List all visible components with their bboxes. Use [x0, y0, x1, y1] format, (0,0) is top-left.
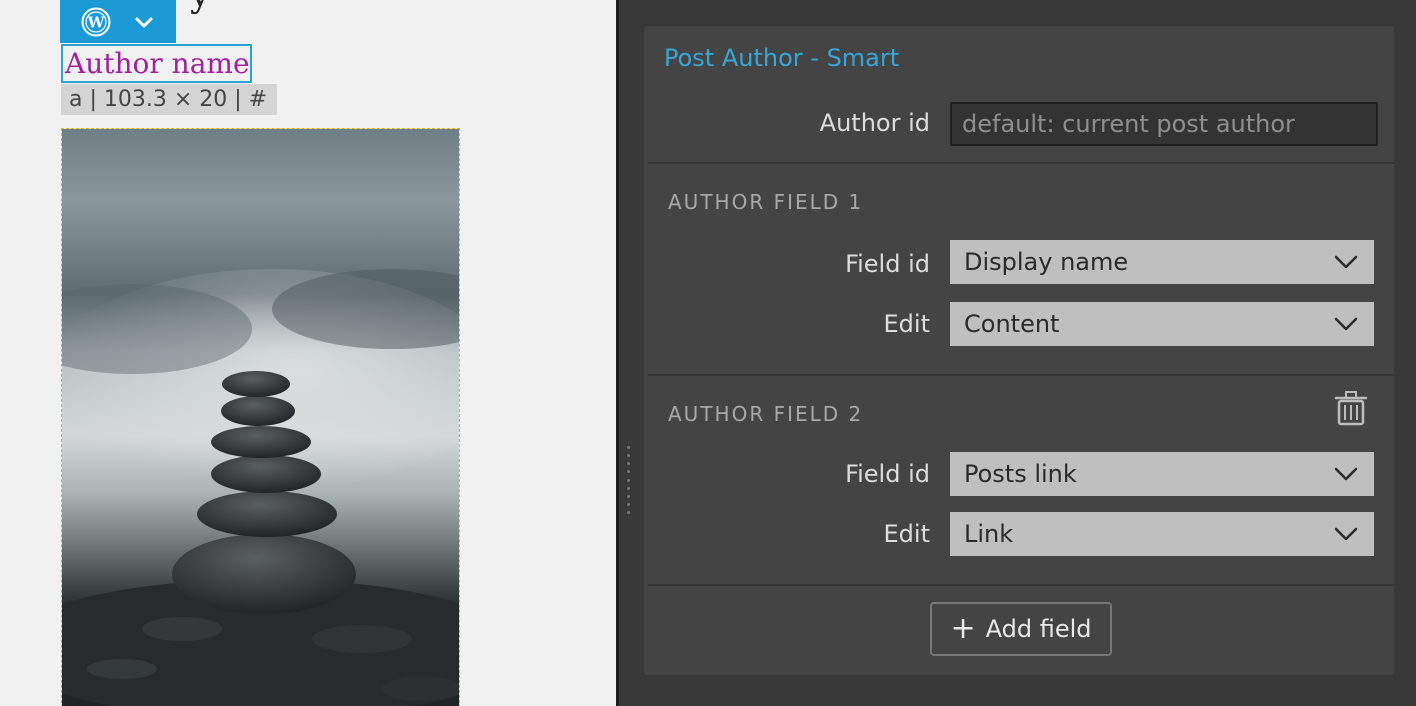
- author-id-label: Author id: [819, 109, 930, 137]
- wordpress-icon[interactable]: W: [80, 6, 112, 38]
- author-field-2-title: AUTHOR FIELD 2: [668, 402, 864, 426]
- chevron-down-icon: [1332, 520, 1360, 548]
- field-1-id-select[interactable]: Display name: [950, 240, 1374, 284]
- chevron-down-icon[interactable]: [130, 8, 158, 36]
- field-1-id-value: Display name: [964, 248, 1129, 276]
- author-field-1-title: AUTHOR FIELD 1: [668, 190, 864, 214]
- field-1-edit-select[interactable]: Content: [950, 302, 1374, 346]
- plus-icon: +: [950, 611, 976, 646]
- resize-handle[interactable]: [625, 446, 631, 514]
- add-field-label: Add field: [985, 615, 1092, 643]
- chevron-down-icon: [1332, 248, 1360, 276]
- field-2-id-select[interactable]: Posts link: [950, 452, 1374, 496]
- section-divider: [648, 374, 1394, 376]
- svg-text:W: W: [87, 13, 106, 31]
- author-id-input[interactable]: [950, 102, 1378, 146]
- chevron-down-icon: [1332, 460, 1360, 488]
- field-id-label: Field id: [845, 460, 930, 488]
- section-divider: [648, 162, 1394, 164]
- add-field-button[interactable]: + Add field: [930, 602, 1112, 656]
- field-id-label: Field id: [845, 250, 930, 278]
- trash-icon[interactable]: [1334, 390, 1368, 428]
- section-divider: [648, 584, 1394, 586]
- field-2-id-value: Posts link: [964, 460, 1077, 488]
- editor-canvas: y W Author name a | 103.3 × 20 | #: [0, 0, 616, 706]
- element-info-badge: a | 103.3 × 20 | #: [61, 84, 278, 115]
- edit-label: Edit: [883, 310, 930, 338]
- chevron-down-icon: [1332, 310, 1360, 338]
- page-heading-fragment: y: [190, 0, 210, 15]
- field-1-edit-value: Content: [964, 310, 1060, 338]
- stacked-stones-image[interactable]: [61, 128, 460, 706]
- field-2-edit-value: Link: [964, 520, 1014, 548]
- author-name-link[interactable]: Author name: [61, 44, 252, 83]
- block-toolbar: W: [60, 0, 176, 43]
- settings-panel: Post Author - Smart Author id AUTHOR FIE…: [644, 26, 1394, 675]
- field-2-edit-select[interactable]: Link: [950, 512, 1374, 556]
- edit-label: Edit: [883, 520, 930, 548]
- panel-title: Post Author - Smart: [664, 44, 900, 72]
